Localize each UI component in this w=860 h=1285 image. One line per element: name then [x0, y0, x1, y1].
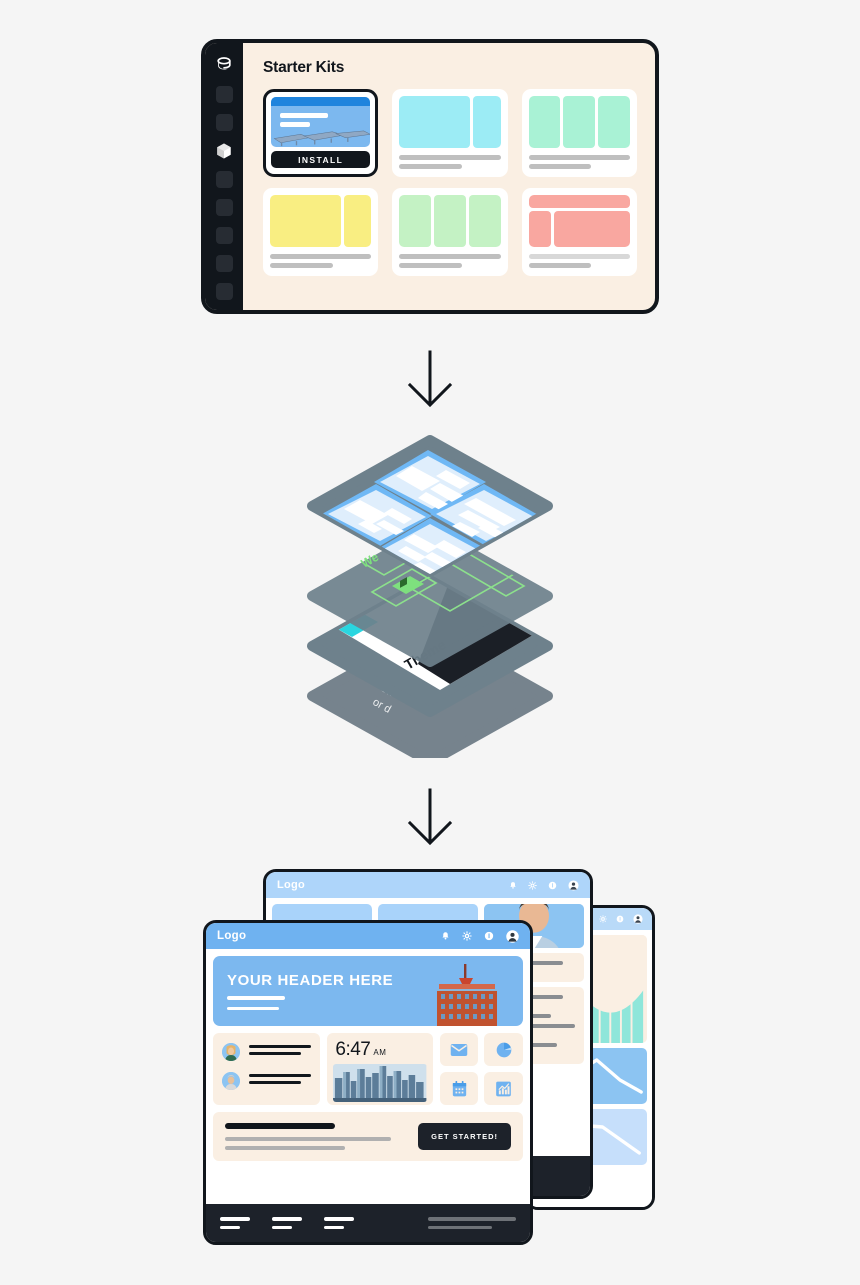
- kit-caption-mint: [528, 155, 630, 169]
- envelope-icon: [450, 1043, 468, 1056]
- hero-line-1: [227, 996, 285, 1000]
- cta-text-lines: [225, 1123, 418, 1150]
- sidebar-item-7[interactable]: [215, 255, 233, 272]
- middle-window-topbar: Logo: [266, 872, 590, 898]
- tile-bar-chart[interactable]: [484, 1072, 523, 1105]
- info-icon[interactable]: [484, 931, 494, 941]
- front-window-topbar: Logo: [206, 923, 530, 949]
- sidebar-item-8[interactable]: [215, 283, 233, 300]
- avatar-icon[interactable]: [506, 929, 519, 943]
- solar-panel-image: [273, 130, 371, 147]
- kit-card-salmon[interactable]: [521, 188, 637, 276]
- middle-topbar-icons: [509, 879, 579, 891]
- cta-heading-bar: [225, 1123, 336, 1130]
- get-started-button[interactable]: GET STARTED!: [418, 1123, 511, 1150]
- kit-caption-green: [399, 254, 501, 268]
- sidebar-item-1[interactable]: [215, 86, 233, 103]
- clock-ampm: AM: [373, 1048, 387, 1057]
- tile-mail[interactable]: [439, 1033, 479, 1066]
- middle-logo: Logo: [277, 879, 306, 891]
- kit-card-mint[interactable]: [521, 89, 637, 177]
- kit-caption-yellow: [270, 254, 372, 268]
- flow-arrow-2: [407, 788, 453, 846]
- starter-kits-window: Starter Kits INSTALL: [201, 39, 659, 314]
- icon-tiles: [439, 1033, 523, 1105]
- avatar: [222, 1072, 240, 1090]
- front-window-footer: [206, 1204, 530, 1242]
- site-previews-group: Logo Logo YOUR HEADER HERE 6:47 AM GET S…: [195, 865, 665, 1250]
- person-text-lines: [249, 1045, 312, 1059]
- kit-caption-salmon: [528, 254, 630, 268]
- kit-card-yellow[interactable]: [263, 188, 379, 276]
- city-skyline-photo: [333, 1064, 427, 1102]
- stack-layer-blocks: [307, 435, 553, 577]
- hero-line-2: [227, 1006, 279, 1011]
- person-row: [222, 1043, 312, 1061]
- gear-icon[interactable]: [462, 931, 472, 941]
- kit-thumbnail-cyan: [399, 96, 501, 148]
- front-window-content: YOUR HEADER HERE 6:47 AM GET STARTED!: [206, 949, 530, 1168]
- pie-chart-icon: [496, 1042, 512, 1057]
- kit-thumbnail-salmon: [528, 195, 630, 247]
- hero-banner: YOUR HEADER HERE: [213, 956, 523, 1026]
- bar-chart-icon: [496, 1081, 512, 1096]
- preview-window-front[interactable]: Logo YOUR HEADER HERE 6:47 AM GET STARTE…: [203, 920, 533, 1245]
- widgets-row: 6:47 AM: [213, 1033, 523, 1105]
- sidebar-item-2[interactable]: [215, 114, 233, 131]
- clock-widget: 6:47 AM: [327, 1033, 433, 1105]
- gear-icon[interactable]: [599, 915, 607, 923]
- database-logo-icon[interactable]: [214, 55, 234, 75]
- cube-package-icon[interactable]: [215, 142, 233, 160]
- footer-group-1: [220, 1217, 250, 1229]
- people-widget: [213, 1033, 321, 1105]
- kit-card-cyan[interactable]: [392, 89, 508, 177]
- front-topbar-icons: [441, 929, 519, 943]
- person-text-lines: [249, 1074, 312, 1088]
- kit-thumbnail-green: [399, 195, 501, 247]
- info-icon[interactable]: [548, 881, 557, 890]
- page-title: Starter Kits: [263, 59, 345, 76]
- calendar-icon: [452, 1080, 466, 1096]
- person-row: [222, 1072, 312, 1090]
- avatar-icon[interactable]: [568, 879, 579, 891]
- kit-caption-cyan: [399, 155, 501, 169]
- kit-card-solar[interactable]: INSTALL: [263, 89, 379, 177]
- cta-panel: GET STARTED!: [213, 1112, 523, 1161]
- preview-line-1: [280, 113, 328, 118]
- footer-group-right: [428, 1216, 516, 1230]
- gear-icon[interactable]: [528, 880, 537, 890]
- bell-icon[interactable]: [509, 881, 517, 890]
- avatar: [222, 1043, 240, 1061]
- flow-arrow-1: [407, 350, 453, 408]
- solar-preview: [271, 97, 371, 147]
- preview-topbar: [271, 97, 371, 106]
- info-icon[interactable]: [616, 915, 624, 923]
- front-logo: Logo: [217, 930, 247, 942]
- sidebar-item-5[interactable]: [215, 199, 233, 216]
- clock-readout: 6:47 AM: [335, 1039, 424, 1061]
- kit-thumbnail-yellow: [270, 195, 372, 247]
- illustration-canvas: Starter Kits INSTALL or d We Logo Logo Y…: [0, 0, 860, 1285]
- sidebar-item-6[interactable]: [215, 227, 233, 244]
- install-button[interactable]: INSTALL: [271, 151, 371, 168]
- tile-calendar[interactable]: [439, 1072, 479, 1105]
- avatar-icon[interactable]: [633, 914, 643, 924]
- footer-group-3: [324, 1217, 354, 1229]
- layered-stack-illustration: Sh or d Theme: [307, 435, 553, 758]
- tile-pie-chart[interactable]: [484, 1033, 523, 1066]
- app-sidebar: [205, 43, 243, 310]
- clock-time: 6:47: [335, 1039, 371, 1060]
- starter-kits-body: Starter Kits INSTALL: [243, 43, 655, 310]
- sidebar-item-4[interactable]: [215, 171, 233, 188]
- kit-thumbnail-solar: [271, 97, 371, 147]
- building-illustration: [437, 964, 497, 1026]
- footer-group-2: [272, 1217, 302, 1229]
- bell-icon[interactable]: [441, 931, 450, 941]
- kit-card-green[interactable]: [392, 188, 508, 276]
- kit-thumbnail-mint: [528, 96, 630, 148]
- starter-kits-grid: INSTALL: [263, 89, 637, 276]
